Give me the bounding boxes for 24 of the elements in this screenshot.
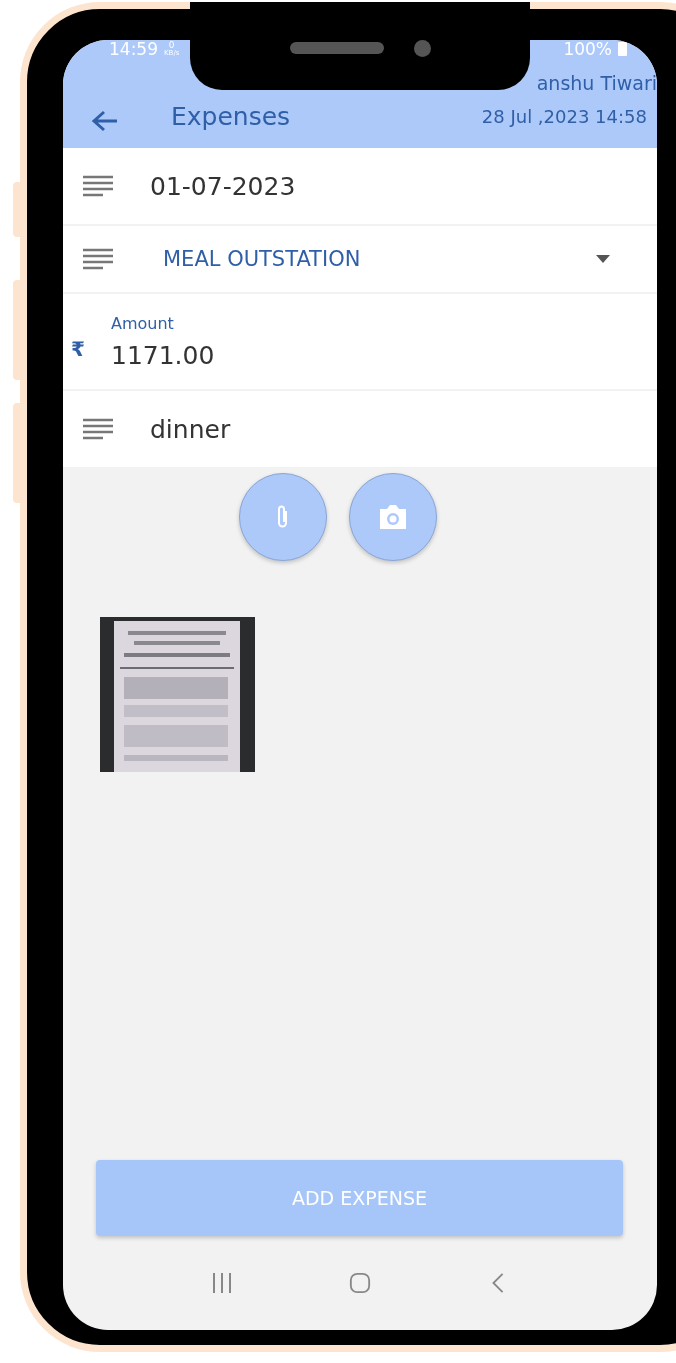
battery-level: 100% xyxy=(563,40,612,59)
page-title: Expenses xyxy=(171,102,291,131)
amount-field[interactable]: ₹ Amount 1171.00 xyxy=(63,294,657,391)
notes-icon xyxy=(83,175,113,197)
recent-apps-icon[interactable] xyxy=(210,1272,234,1294)
attach-button[interactable] xyxy=(238,473,327,561)
speed-value: 0 xyxy=(168,41,175,49)
notes-icon xyxy=(83,418,113,440)
back-icon[interactable] xyxy=(91,109,119,133)
rupee-sign: ₹ xyxy=(71,336,86,361)
home-icon[interactable] xyxy=(348,1272,372,1294)
text-field[interactable]: 01-07-2023 xyxy=(63,148,657,226)
camera-button[interactable] xyxy=(348,473,437,561)
user-name: anshu Tiwari xyxy=(536,72,657,94)
battery-icon xyxy=(618,42,627,56)
notes-icon xyxy=(83,248,113,270)
amount-value: 1171.00 xyxy=(111,340,215,370)
text-field[interactable]: dinner xyxy=(63,391,657,469)
front-camera xyxy=(413,39,431,57)
status-time: 14:59 xyxy=(109,40,158,59)
field-label: Amount xyxy=(111,313,175,333)
date-time: 28 Jul ,2023 14:58 xyxy=(481,106,647,127)
category-dropdown[interactable]: MEAL OUTSTATION xyxy=(63,226,657,294)
caret-icon xyxy=(596,255,610,263)
